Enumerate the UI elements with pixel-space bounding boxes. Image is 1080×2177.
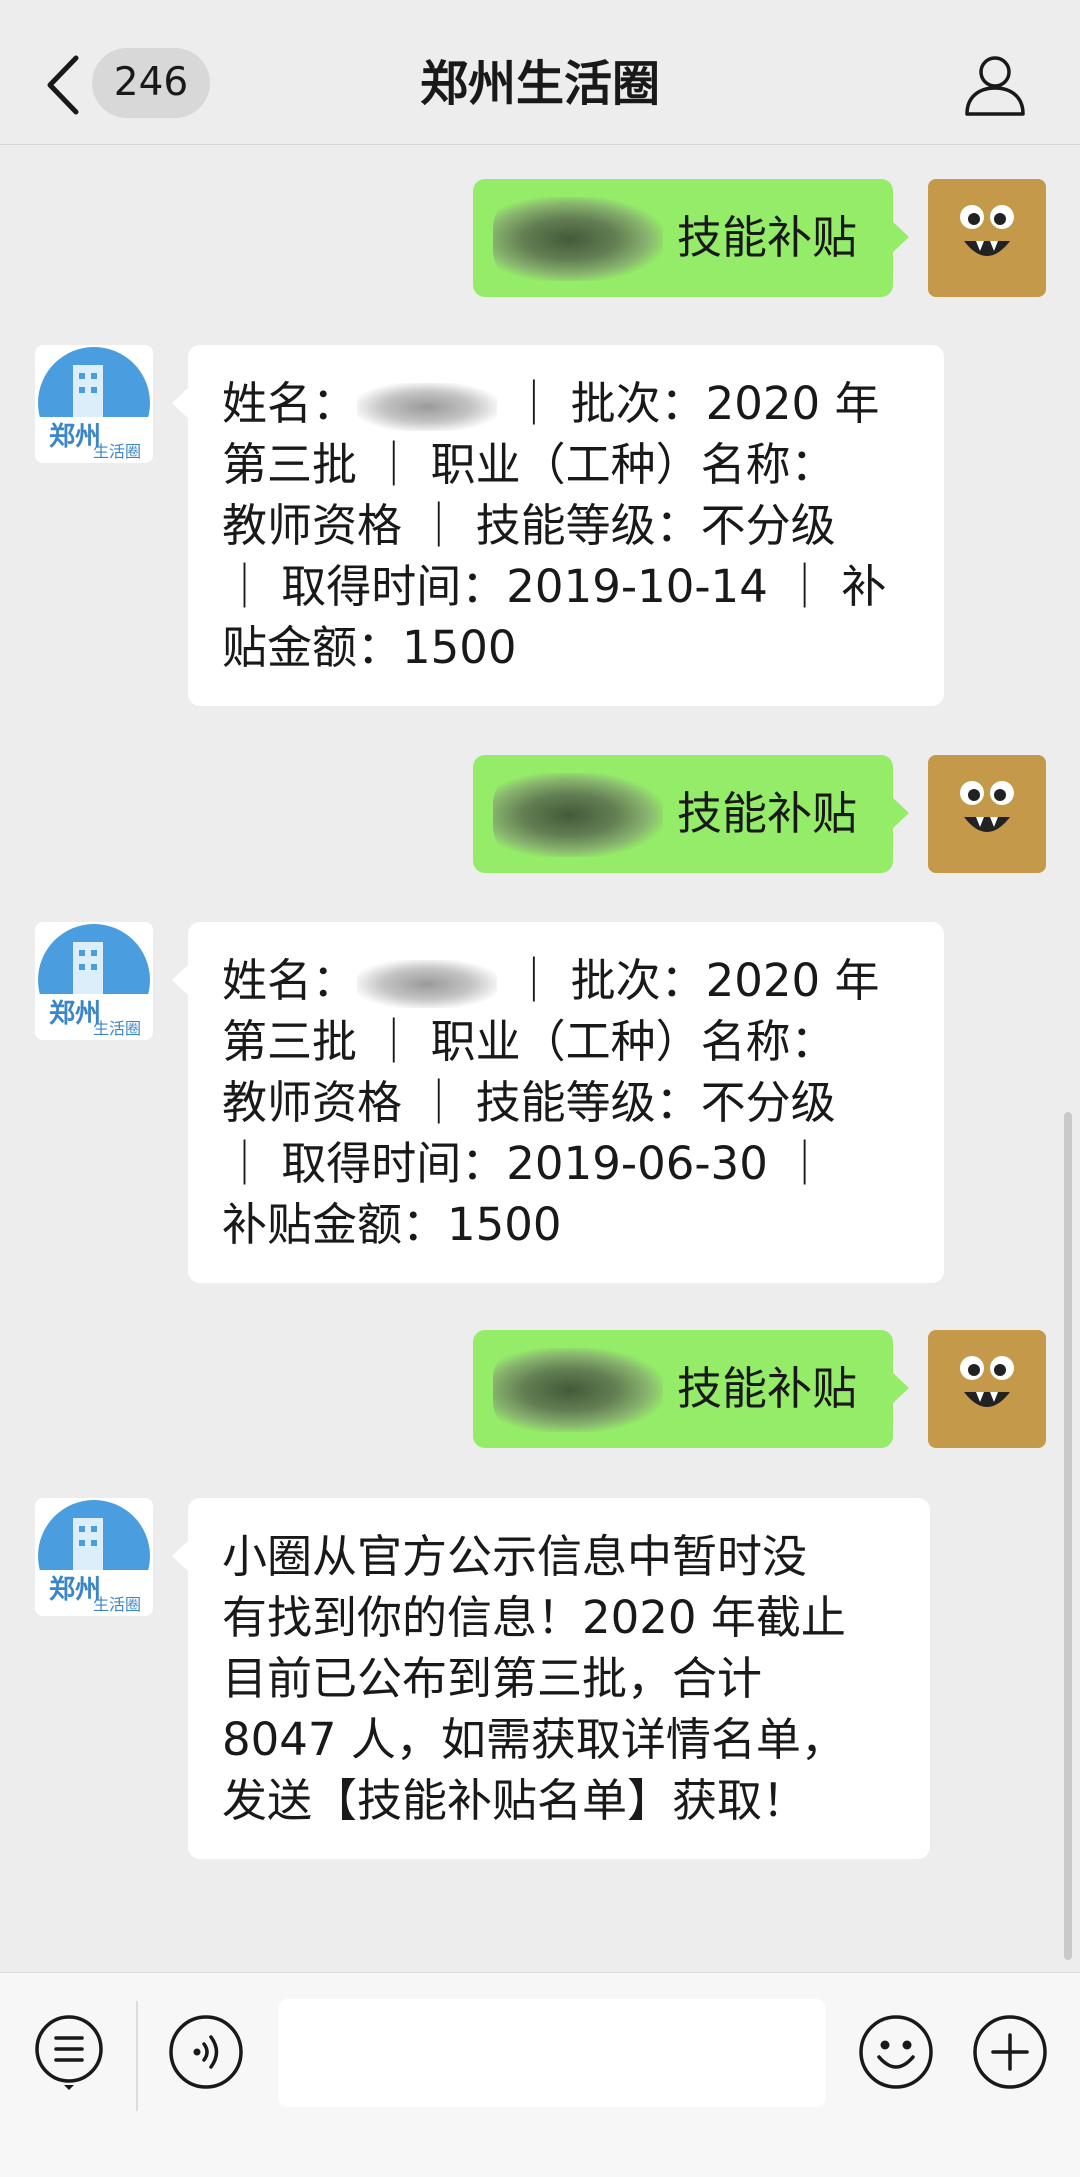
top-bar: 246 郑州生活圈 xyxy=(0,0,1080,145)
menu-list-icon[interactable] xyxy=(30,2013,108,2091)
incoming-message[interactable]: 姓名： ｜ 批次：2020 年 第三批 ｜ 职业（工种）名称： 教师资格 ｜ 技… xyxy=(172,922,944,1283)
svg-text:生活圈: 生活圈 xyxy=(93,442,141,461)
bot-avatar[interactable]: 郑州 生活圈 xyxy=(35,1498,153,1616)
outgoing-message[interactable]: 技能补贴 xyxy=(473,755,909,873)
message-text: 技能补贴 xyxy=(676,211,857,264)
input-bar xyxy=(0,1972,1080,2177)
svg-text:生活圈: 生活圈 xyxy=(93,1595,141,1614)
monster-face-icon xyxy=(960,205,1014,256)
zhengzhou-logo-icon: 郑州 生活圈 xyxy=(35,924,153,1040)
message-text: 姓名： ｜ 批次：2020 年 第三批 ｜ 职业（工种）名称： 教师资格 ｜ 技… xyxy=(222,954,880,1251)
emoji-icon[interactable] xyxy=(857,2013,935,2091)
message-text: 技能补贴 xyxy=(676,1362,857,1415)
user-avatar[interactable] xyxy=(928,1330,1046,1448)
outgoing-message[interactable]: 技能补贴 xyxy=(473,179,909,297)
plus-icon[interactable] xyxy=(971,2013,1049,2091)
user-avatar[interactable] xyxy=(928,179,1046,297)
incoming-message[interactable]: 姓名： ｜ 批次：2020 年 第三批 ｜ 职业（工种）名称： 教师资格 ｜ 技… xyxy=(172,345,944,706)
incoming-message[interactable]: 小圈从官方公示信息中暂时没 有找到你的信息！2020 年截止 目前已公布到第三批… xyxy=(172,1498,930,1859)
chevron-left-icon[interactable] xyxy=(40,50,85,120)
message-text: 小圈从官方公示信息中暂时没 有找到你的信息！2020 年截止 目前已公布到第三批… xyxy=(222,1530,846,1827)
outgoing-message[interactable]: 技能补贴 xyxy=(473,1330,909,1448)
zhengzhou-logo-icon: 郑州 生活圈 xyxy=(35,347,153,463)
redaction-scribble xyxy=(493,1348,663,1432)
monster-face-icon xyxy=(960,1356,1014,1407)
unread-count-badge[interactable]: 246 xyxy=(92,48,210,118)
svg-text:生活圈: 生活圈 xyxy=(93,1019,141,1038)
zhengzhou-logo-icon: 郑州 生活圈 xyxy=(35,1500,153,1616)
bot-avatar[interactable]: 郑州 生活圈 xyxy=(35,922,153,1040)
person-icon[interactable] xyxy=(962,52,1028,118)
bot-avatar[interactable]: 郑州 生活圈 xyxy=(35,345,153,463)
redacted-name xyxy=(357,383,498,431)
scrollbar[interactable] xyxy=(1064,1112,1072,1960)
redaction-scribble xyxy=(493,773,663,857)
redaction-scribble xyxy=(493,197,663,281)
voice-icon[interactable] xyxy=(167,2013,245,2091)
divider xyxy=(136,2001,138,2111)
monster-face-icon xyxy=(960,781,1014,832)
message-text: 技能补贴 xyxy=(676,787,857,840)
user-avatar[interactable] xyxy=(928,755,1046,873)
message-text: 姓名： ｜ 批次：2020 年 第三批 ｜ 职业（工种）名称： 教师资格 ｜ 技… xyxy=(222,377,887,674)
message-input[interactable] xyxy=(278,1999,826,2107)
redacted-name xyxy=(357,960,498,1008)
